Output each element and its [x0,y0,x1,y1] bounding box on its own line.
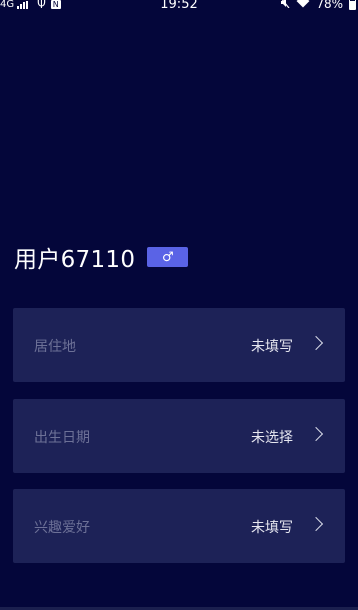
status-bar: 4G Ψ N 19:52 78% [0,0,358,14]
hobbies-label: 兴趣爱好 [34,520,90,536]
birthdate-label: 出生日期 [34,430,90,446]
chevron-right-icon [308,335,324,351]
mute-icon [280,0,290,11]
battery-percent: 78% [316,0,343,11]
chevron-right-icon [308,516,324,532]
hobbies-row[interactable]: 兴趣爱好 未填写 [13,489,345,563]
residence-value: 未填写 [251,339,293,355]
battery-icon [349,0,356,10]
username: 用户67110 [14,247,136,273]
status-right: 78% [280,0,356,11]
birthdate-row[interactable]: 出生日期 未选择 [13,399,345,473]
profile-header: 用户67110 ♂ [14,240,189,274]
wifi-icon [296,0,310,11]
profile-screen: 4G Ψ N 19:52 78% 用户67110 ♂ 居住地 未填写 出生日期 [0,0,358,610]
residence-label: 居住地 [34,339,76,355]
birthdate-value: 未选择 [251,430,293,446]
residence-row[interactable]: 居住地 未填写 [13,308,345,382]
hobbies-value: 未填写 [251,520,293,536]
male-icon[interactable]: ♂ [147,247,189,267]
chevron-right-icon [308,426,324,442]
